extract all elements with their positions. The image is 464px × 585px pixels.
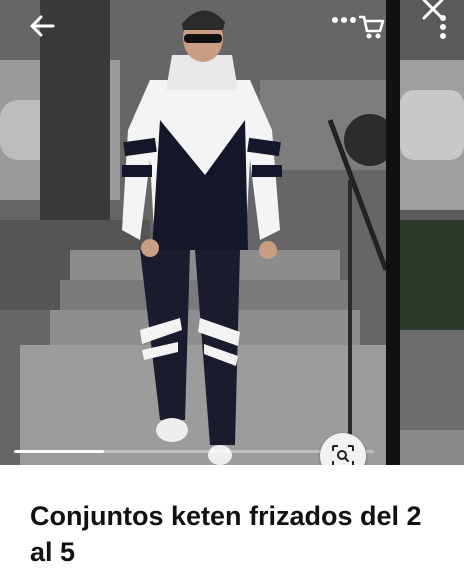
- gallery-divider: [386, 0, 400, 465]
- arrow-left-icon[interactable]: [22, 8, 62, 44]
- product-photo-next[interactable]: [400, 0, 464, 465]
- product-photo-main[interactable]: [0, 0, 386, 465]
- cart-icon[interactable]: [356, 12, 386, 42]
- gallery-progress-fill: [14, 450, 104, 453]
- image-gallery[interactable]: [0, 0, 464, 465]
- product-title: Conjuntos keten frizados del 2 al 5: [30, 501, 422, 567]
- more-vert-icon[interactable]: [436, 14, 450, 40]
- next-photo-illustration: [400, 0, 464, 465]
- zoom-scan-icon: [332, 445, 354, 465]
- product-photo-illustration: [0, 0, 386, 465]
- more-horiz-icon[interactable]: [330, 10, 358, 30]
